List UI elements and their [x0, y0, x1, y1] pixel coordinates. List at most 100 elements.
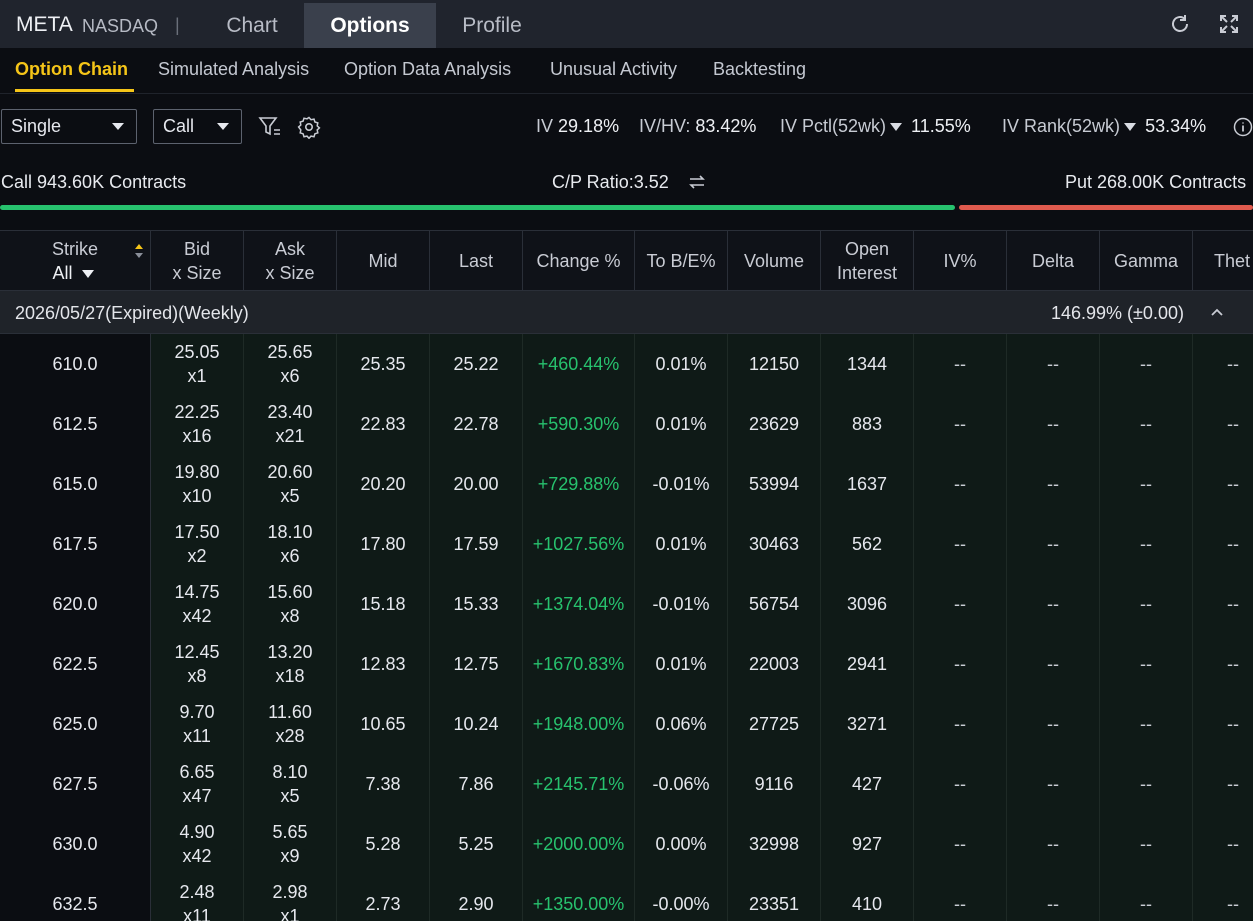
- last-cell[interactable]: 12.75: [430, 634, 523, 694]
- ask-cell[interactable]: 11.60 x28: [244, 694, 337, 754]
- strike-filter[interactable]: All: [0, 261, 150, 285]
- iv-cell[interactable]: --: [914, 334, 1007, 394]
- open-interest-cell[interactable]: 927: [821, 814, 914, 874]
- last-cell[interactable]: 25.22: [430, 334, 523, 394]
- delta-cell[interactable]: --: [1007, 394, 1100, 454]
- mid-cell[interactable]: 20.20: [337, 454, 430, 514]
- filter-icon[interactable]: [258, 116, 282, 138]
- gamma-cell[interactable]: --: [1100, 334, 1193, 394]
- gamma-cell[interactable]: --: [1100, 634, 1193, 694]
- table-row[interactable]: 620.0 14.75 x42 15.60 x8 15.18 15.33 +1374.04% -…: [0, 574, 1253, 634]
- bid-cell[interactable]: 14.75 x42: [151, 574, 244, 634]
- volume-cell[interactable]: 23629: [728, 394, 821, 454]
- column-to-breakeven[interactable]: To B/E%: [635, 231, 728, 291]
- change-cell[interactable]: +1350.00%: [523, 874, 635, 921]
- volume-cell[interactable]: 53994: [728, 454, 821, 514]
- option-type-select[interactable]: Call: [153, 109, 242, 144]
- column-iv[interactable]: IV%: [914, 231, 1007, 291]
- column-change[interactable]: Change %: [523, 231, 635, 291]
- delta-cell[interactable]: --: [1007, 514, 1100, 574]
- delta-cell[interactable]: --: [1007, 754, 1100, 814]
- change-cell[interactable]: +2000.00%: [523, 814, 635, 874]
- tab-options[interactable]: Options: [304, 3, 436, 48]
- swap-icon[interactable]: [688, 174, 706, 190]
- open-interest-cell[interactable]: 2941: [821, 634, 914, 694]
- volume-cell[interactable]: 22003: [728, 634, 821, 694]
- ask-cell[interactable]: 18.10 x6: [244, 514, 337, 574]
- volume-cell[interactable]: 30463: [728, 514, 821, 574]
- table-row[interactable]: 610.0 25.05 x1 25.65 x6 25.35 25.22 +460.44% 0.0…: [0, 334, 1253, 394]
- theta-cell[interactable]: --: [1193, 694, 1253, 754]
- open-interest-cell[interactable]: 427: [821, 754, 914, 814]
- column-open-interest[interactable]: Open Interest: [821, 231, 914, 291]
- iv-cell[interactable]: --: [914, 574, 1007, 634]
- iv-cell[interactable]: --: [914, 394, 1007, 454]
- table-row[interactable]: 627.5 6.65 x47 8.10 x5 7.38 7.86 +2145.71% -0.06…: [0, 754, 1253, 814]
- gamma-cell[interactable]: --: [1100, 874, 1193, 921]
- open-interest-cell[interactable]: 3096: [821, 574, 914, 634]
- change-cell[interactable]: +729.88%: [523, 454, 635, 514]
- bid-cell[interactable]: 12.45 x8: [151, 634, 244, 694]
- mid-cell[interactable]: 17.80: [337, 514, 430, 574]
- bid-cell[interactable]: 25.05 x1: [151, 334, 244, 394]
- last-cell[interactable]: 22.78: [430, 394, 523, 454]
- delta-cell[interactable]: --: [1007, 634, 1100, 694]
- theta-cell[interactable]: --: [1193, 634, 1253, 694]
- breakeven-cell[interactable]: -0.06%: [635, 754, 728, 814]
- theta-cell[interactable]: --: [1193, 814, 1253, 874]
- strike-cell[interactable]: 625.0: [0, 694, 151, 754]
- column-theta[interactable]: Thet: [1193, 231, 1253, 291]
- change-cell[interactable]: +460.44%: [523, 334, 635, 394]
- last-cell[interactable]: 2.90: [430, 874, 523, 921]
- strike-cell[interactable]: 627.5: [0, 754, 151, 814]
- table-row[interactable]: 625.0 9.70 x11 11.60 x28 10.65 10.24 +1948.00% 0…: [0, 694, 1253, 754]
- delta-cell[interactable]: --: [1007, 574, 1100, 634]
- table-row[interactable]: 622.5 12.45 x8 13.20 x18 12.83 12.75 +1670.83% 0…: [0, 634, 1253, 694]
- gamma-cell[interactable]: --: [1100, 454, 1193, 514]
- column-bid[interactable]: Bid x Size: [151, 231, 244, 291]
- subtab-backtesting[interactable]: Backtesting: [713, 59, 806, 80]
- iv-percentile-stat[interactable]: IV Pctl(52wk) 11.55%: [780, 116, 971, 137]
- ask-cell[interactable]: 15.60 x8: [244, 574, 337, 634]
- table-row[interactable]: 612.5 22.25 x16 23.40 x21 22.83 22.78 +590.30% 0…: [0, 394, 1253, 454]
- delta-cell[interactable]: --: [1007, 334, 1100, 394]
- volume-cell[interactable]: 9116: [728, 754, 821, 814]
- breakeven-cell[interactable]: 0.01%: [635, 334, 728, 394]
- delta-cell[interactable]: --: [1007, 874, 1100, 921]
- mid-cell[interactable]: 2.73: [337, 874, 430, 921]
- subtab-option-data-analysis[interactable]: Option Data Analysis: [344, 59, 511, 80]
- table-row[interactable]: 617.5 17.50 x2 18.10 x6 17.80 17.59 +1027.56% 0.…: [0, 514, 1253, 574]
- table-row[interactable]: 615.0 19.80 x10 20.60 x5 20.20 20.00 +729.88% -0…: [0, 454, 1253, 514]
- breakeven-cell[interactable]: 0.01%: [635, 394, 728, 454]
- breakeven-cell[interactable]: 0.01%: [635, 514, 728, 574]
- column-gamma[interactable]: Gamma: [1100, 231, 1193, 291]
- expiry-group-row[interactable]: 2026/05/27(Expired)(Weekly) 146.99% (±0.…: [0, 290, 1253, 334]
- volume-cell[interactable]: 27725: [728, 694, 821, 754]
- strike-cell[interactable]: 610.0: [0, 334, 151, 394]
- sort-icon[interactable]: [134, 243, 144, 259]
- iv-cell[interactable]: --: [914, 814, 1007, 874]
- iv-cell[interactable]: --: [914, 754, 1007, 814]
- theta-cell[interactable]: --: [1193, 334, 1253, 394]
- open-interest-cell[interactable]: 1637: [821, 454, 914, 514]
- volume-cell[interactable]: 12150: [728, 334, 821, 394]
- column-delta[interactable]: Delta: [1007, 231, 1100, 291]
- breakeven-cell[interactable]: -0.00%: [635, 874, 728, 921]
- breakeven-cell[interactable]: 0.06%: [635, 694, 728, 754]
- table-row[interactable]: 630.0 4.90 x42 5.65 x9 5.28 5.25 +2000.00% 0.00%…: [0, 814, 1253, 874]
- gamma-cell[interactable]: --: [1100, 754, 1193, 814]
- last-cell[interactable]: 5.25: [430, 814, 523, 874]
- theta-cell[interactable]: --: [1193, 574, 1253, 634]
- ask-cell[interactable]: 8.10 x5: [244, 754, 337, 814]
- bid-cell[interactable]: 2.48 x11: [151, 874, 244, 921]
- open-interest-cell[interactable]: 562: [821, 514, 914, 574]
- iv-cell[interactable]: --: [914, 454, 1007, 514]
- open-interest-cell[interactable]: 3271: [821, 694, 914, 754]
- bid-cell[interactable]: 9.70 x11: [151, 694, 244, 754]
- mid-cell[interactable]: 7.38: [337, 754, 430, 814]
- tab-chart[interactable]: Chart: [198, 3, 306, 48]
- column-last[interactable]: Last: [430, 231, 523, 291]
- theta-cell[interactable]: --: [1193, 394, 1253, 454]
- strike-cell[interactable]: 615.0: [0, 454, 151, 514]
- change-cell[interactable]: +2145.71%: [523, 754, 635, 814]
